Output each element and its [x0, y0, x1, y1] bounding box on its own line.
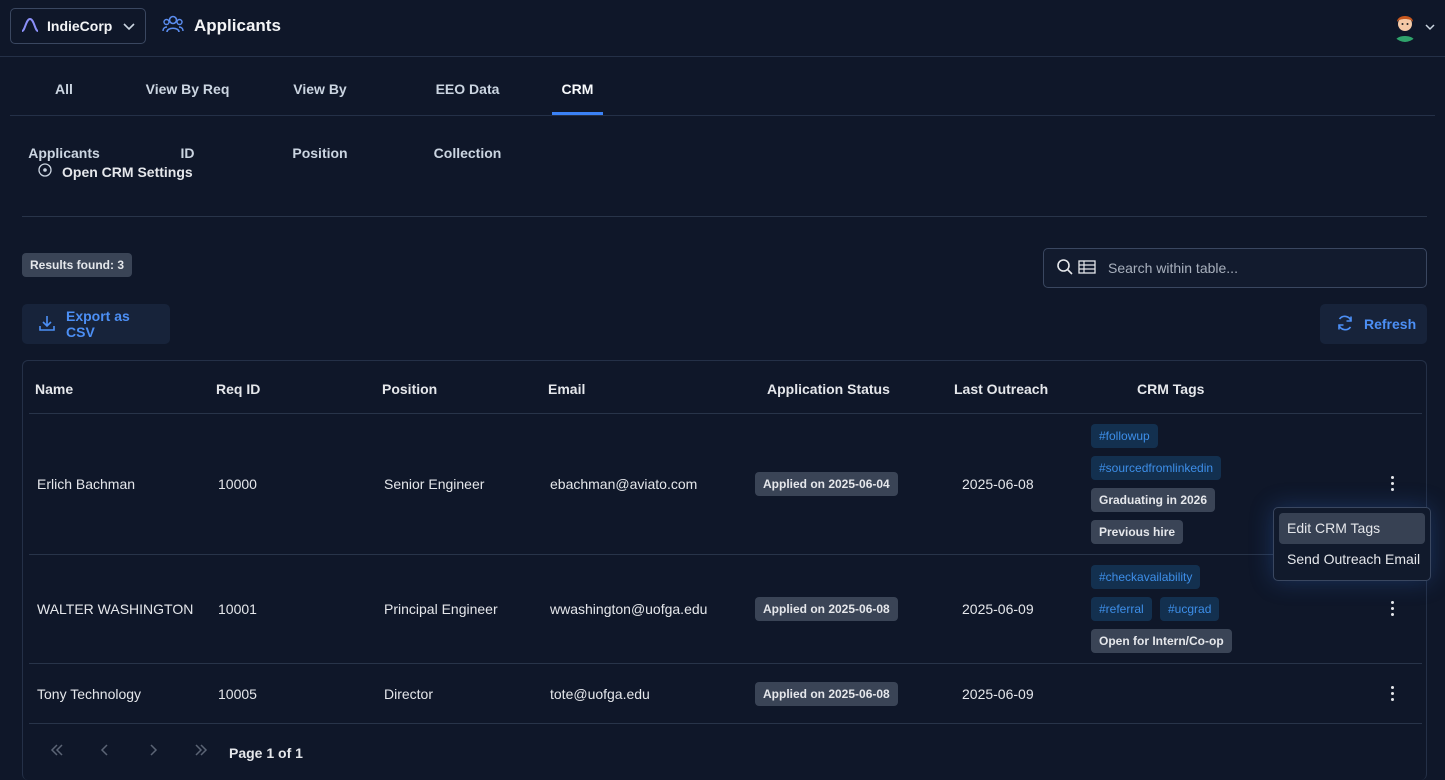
crm-tag: #ucgrad [1160, 597, 1220, 621]
search-input[interactable] [1108, 260, 1414, 276]
cell-email: wwashington@uofga.edu [550, 601, 708, 617]
cell-last-outreach: 2025-06-09 [962, 686, 1034, 702]
column-header-position[interactable]: Position [382, 381, 437, 397]
page-title: Applicants [194, 15, 281, 35]
row-actions-menu-icon[interactable] [1384, 598, 1400, 618]
status-badge: Applied on 2025-06-08 [755, 597, 898, 621]
first-page-icon[interactable] [50, 743, 64, 761]
cell-last-outreach: 2025-06-08 [962, 476, 1034, 492]
table-search[interactable] [1043, 248, 1427, 288]
edit-crm-tags-menu-item[interactable]: Edit CRM Tags [1279, 513, 1425, 544]
tab-view-by-req-id[interactable]: View By Req ID [139, 57, 236, 161]
crm-tag: #followup [1091, 424, 1158, 448]
user-menu[interactable] [1391, 10, 1435, 42]
column-header-crm-tags[interactable]: CRM Tags [1137, 381, 1204, 397]
results-count-badge: Results found: 3 [22, 253, 133, 277]
page-header: Applicants [162, 14, 281, 37]
top-bar: IndieCorp Applicants [0, 0, 1445, 57]
cell-req-id: 10005 [218, 686, 257, 702]
export-csv-label: Export as CSV [66, 308, 130, 340]
crm-tag: #sourcedfromlinkedin [1091, 456, 1222, 480]
org-switcher[interactable]: IndieCorp [10, 8, 146, 44]
export-csv-button[interactable]: Export as CSV [22, 304, 170, 344]
cell-name: Tony Technology [37, 686, 142, 702]
crm-tag: Open for Intern/Co-op [1091, 629, 1232, 653]
row-actions-menu-icon[interactable] [1384, 683, 1400, 703]
table-icon [1078, 259, 1096, 277]
row-divider [29, 413, 1422, 414]
refresh-label: Refresh [1364, 316, 1417, 332]
cell-position: Principal Engineer [384, 601, 498, 617]
cell-req-id: 10001 [218, 601, 257, 617]
row-divider [29, 663, 1422, 664]
crm-tag: #referral [1091, 597, 1152, 621]
cell-email: ebachman@aviato.com [550, 476, 698, 492]
tab-eeo-data-collection[interactable]: EEO Data Collection [404, 57, 531, 161]
cell-position: Senior Engineer [384, 476, 485, 492]
column-header-application-status[interactable]: Application Status [767, 381, 890, 397]
row-actions-menu-icon[interactable] [1384, 473, 1400, 493]
refresh-icon [1336, 314, 1354, 335]
send-outreach-email-menu-item[interactable]: Send Outreach Email [1279, 544, 1425, 575]
column-header-email[interactable]: Email [548, 381, 585, 397]
avatar [1391, 10, 1419, 42]
column-header-last-outreach[interactable]: Last Outreach [954, 381, 1048, 397]
chevron-down-icon [123, 18, 135, 34]
open-crm-settings-toggle[interactable]: Open CRM Settings [38, 163, 193, 180]
last-page-icon[interactable] [194, 743, 208, 761]
crm-settings-label: Open CRM Settings [62, 163, 193, 180]
circle-dot-icon [38, 163, 52, 180]
page-indicator: Page 1 of 1 [229, 745, 303, 761]
download-icon [38, 314, 56, 335]
next-page-icon[interactable] [148, 743, 158, 761]
row-actions-menu: Edit CRM Tags Send Outreach Email [1273, 507, 1431, 581]
divider [22, 216, 1427, 217]
tab-all-applicants[interactable]: All Applicants [20, 57, 108, 161]
cell-last-outreach: 2025-06-09 [962, 601, 1034, 617]
users-icon [162, 14, 184, 37]
search-icon [1056, 258, 1074, 279]
column-header-name[interactable]: Name [35, 381, 73, 397]
row-divider [29, 554, 1422, 555]
applicants-table: Name Req ID Position Email Application S… [22, 360, 1427, 780]
org-name: IndieCorp [47, 18, 113, 34]
column-header-req-id[interactable]: Req ID [216, 381, 260, 397]
cell-position: Director [384, 686, 434, 702]
cell-req-id: 10000 [218, 476, 257, 492]
status-badge: Applied on 2025-06-08 [755, 682, 898, 706]
cell-name: Erlich Bachman [37, 476, 136, 492]
tab-bar: All Applicants View By Req ID View By Po… [10, 57, 1435, 161]
tab-crm[interactable]: CRM [552, 57, 603, 115]
crm-tag: #checkavailability [1091, 565, 1201, 589]
refresh-button[interactable]: Refresh [1320, 304, 1427, 344]
previous-page-icon[interactable] [100, 743, 110, 761]
row-divider [29, 723, 1422, 724]
crm-tag: Graduating in 2026 [1091, 488, 1216, 512]
org-logo-icon [21, 17, 39, 35]
tab-view-by-position[interactable]: View By Position [267, 57, 373, 161]
status-badge: Applied on 2025-06-04 [755, 472, 898, 496]
chevron-down-icon [1425, 18, 1435, 34]
cell-name: WALTER WASHINGTON [37, 601, 194, 617]
cell-email: tote@uofga.edu [550, 686, 650, 702]
crm-tag: Previous hire [1091, 520, 1184, 544]
